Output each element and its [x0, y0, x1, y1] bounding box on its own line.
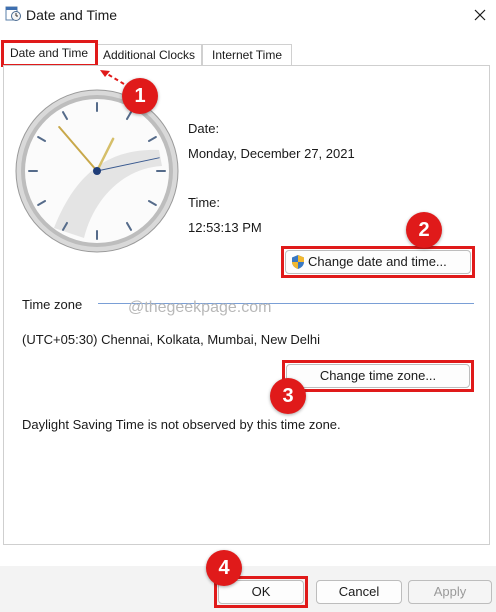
- title-bar: Date and Time: [0, 0, 496, 32]
- cancel-button[interactable]: Cancel: [316, 580, 402, 604]
- time-zone-value: (UTC+05:30) Chennai, Kolkata, Mumbai, Ne…: [22, 332, 321, 347]
- dst-note: Daylight Saving Time is not observed by …: [22, 417, 341, 432]
- date-label: Date:: [188, 121, 220, 136]
- close-icon[interactable]: [468, 3, 492, 27]
- time-value: 12:53:13 PM: [188, 220, 262, 235]
- annotation-badge-1: 1: [122, 78, 158, 114]
- annotation-badge-4: 4: [206, 550, 242, 586]
- clock-center: [93, 167, 101, 175]
- annotation-badge-2: 2: [406, 212, 442, 248]
- calendar-clock-icon: [5, 6, 21, 21]
- tab-highlight-box: [1, 40, 98, 67]
- annotation-badge-3: 3: [270, 378, 306, 414]
- date-value: Monday, December 27, 2021: [188, 146, 355, 161]
- change-date-time-highlight: [281, 246, 475, 278]
- window-title: Date and Time: [26, 7, 118, 23]
- time-zone-section-label: Time zone: [22, 297, 83, 312]
- time-label: Time:: [188, 195, 221, 210]
- apply-button[interactable]: Apply: [408, 580, 492, 604]
- tab-additional-clocks[interactable]: Additional Clocks: [96, 44, 202, 65]
- annotation-arrow: [100, 70, 125, 85]
- analog-clock: [15, 89, 179, 253]
- tab-internet-time[interactable]: Internet Time: [202, 44, 292, 65]
- watermark: @thegeekpage.com: [128, 299, 272, 316]
- change-time-zone-highlight: [282, 360, 474, 392]
